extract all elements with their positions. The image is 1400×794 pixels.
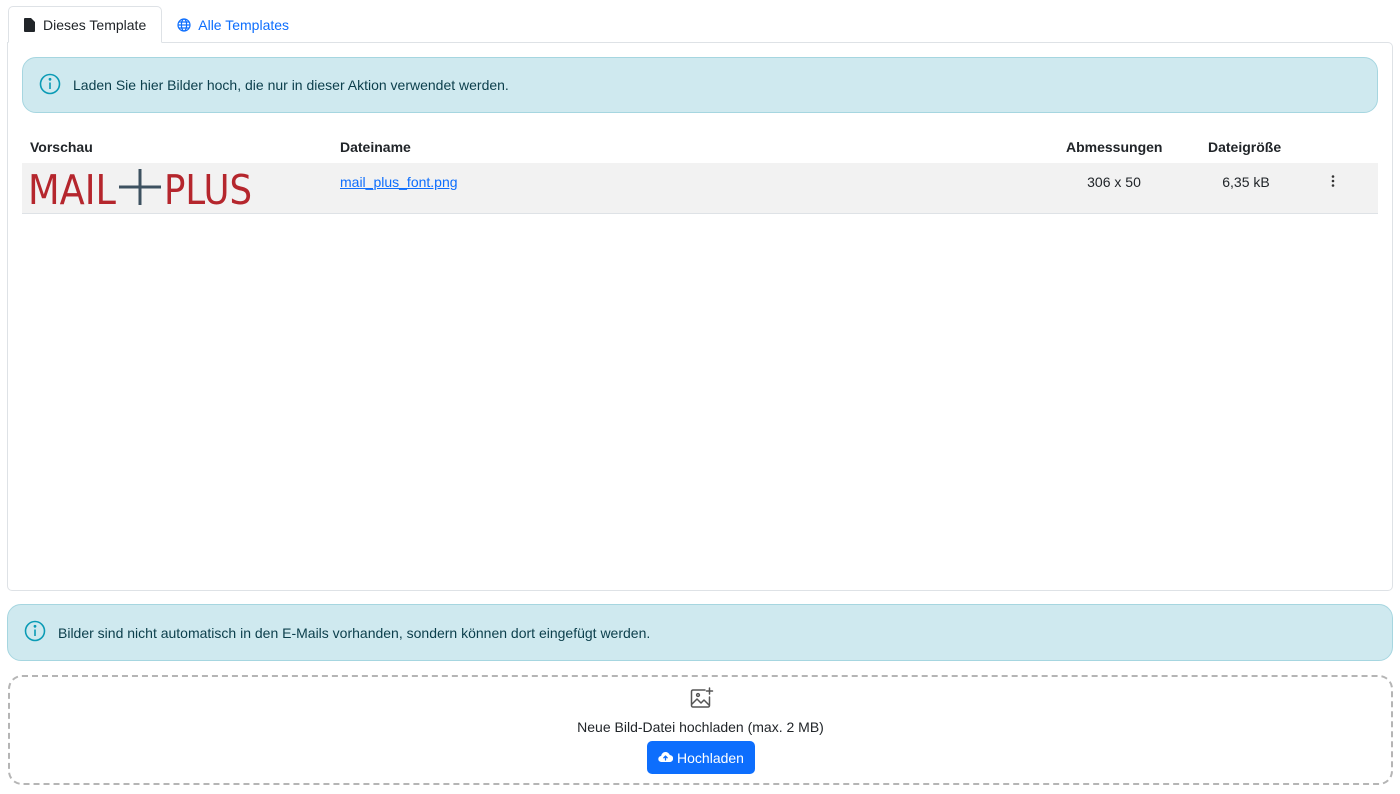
header-preview: Vorschau <box>30 139 93 155</box>
tab-label: Dieses Template <box>43 16 147 33</box>
kebab-icon[interactable] <box>1324 171 1342 191</box>
info-text: Bilder sind nicht automatisch in den E-M… <box>58 624 651 641</box>
info-alert-bottom: Bilder sind nicht automatisch in den E-M… <box>7 604 1393 661</box>
upload-dropzone[interactable]: Neue Bild-Datei hochladen (max. 2 MB) Ho… <box>8 675 1393 785</box>
info-text: Laden Sie hier Bilder hoch, die nur in d… <box>73 77 509 93</box>
dimensions-cell: 306 x 50 <box>1087 174 1141 190</box>
tab-dieses-template[interactable]: Dieses Template <box>8 6 163 43</box>
preview-logo-plus: PLUS <box>164 168 252 208</box>
header-filename: Dateiname <box>340 139 411 155</box>
upload-button[interactable]: Hochladen <box>647 741 755 774</box>
tab-label: Alle Templates <box>198 16 290 33</box>
filename-link[interactable]: mail_plus_font.png <box>340 174 458 190</box>
header-dimensions: Abmessungen <box>1066 139 1163 155</box>
preview-logo-mail: MAIL <box>28 168 116 208</box>
upload-label: Neue Bild-Datei hochladen (max. 2 MB) <box>577 719 824 735</box>
header-filesize: Dateigröße <box>1208 139 1282 155</box>
image-preview: MAIL PLUS <box>28 168 252 208</box>
info-circle-icon <box>24 620 46 645</box>
upload-button-label: Hochladen <box>677 749 744 766</box>
plus-cross-icon <box>119 169 161 205</box>
tab-bar: Dieses Template Alle Templates <box>8 6 304 43</box>
globe-icon <box>177 17 191 32</box>
tab-content-panel: Laden Sie hier Bilder hoch, die nur in d… <box>7 42 1393 591</box>
cloud-upload-icon <box>658 750 674 766</box>
info-circle-icon <box>39 73 61 98</box>
table-header: Vorschau Dateiname Abmessungen Dateigröß… <box>22 135 1378 163</box>
table-row: MAIL PLUS mail_plus_font.png 306 x 50 6,… <box>22 163 1378 214</box>
file-icon <box>24 17 36 32</box>
filesize-cell: 6,35 kB <box>1222 174 1270 190</box>
tab-alle-templates[interactable]: Alle Templates <box>162 6 304 43</box>
info-alert-top: Laden Sie hier Bilder hoch, die nur in d… <box>22 57 1378 113</box>
image-add-icon <box>690 687 714 714</box>
